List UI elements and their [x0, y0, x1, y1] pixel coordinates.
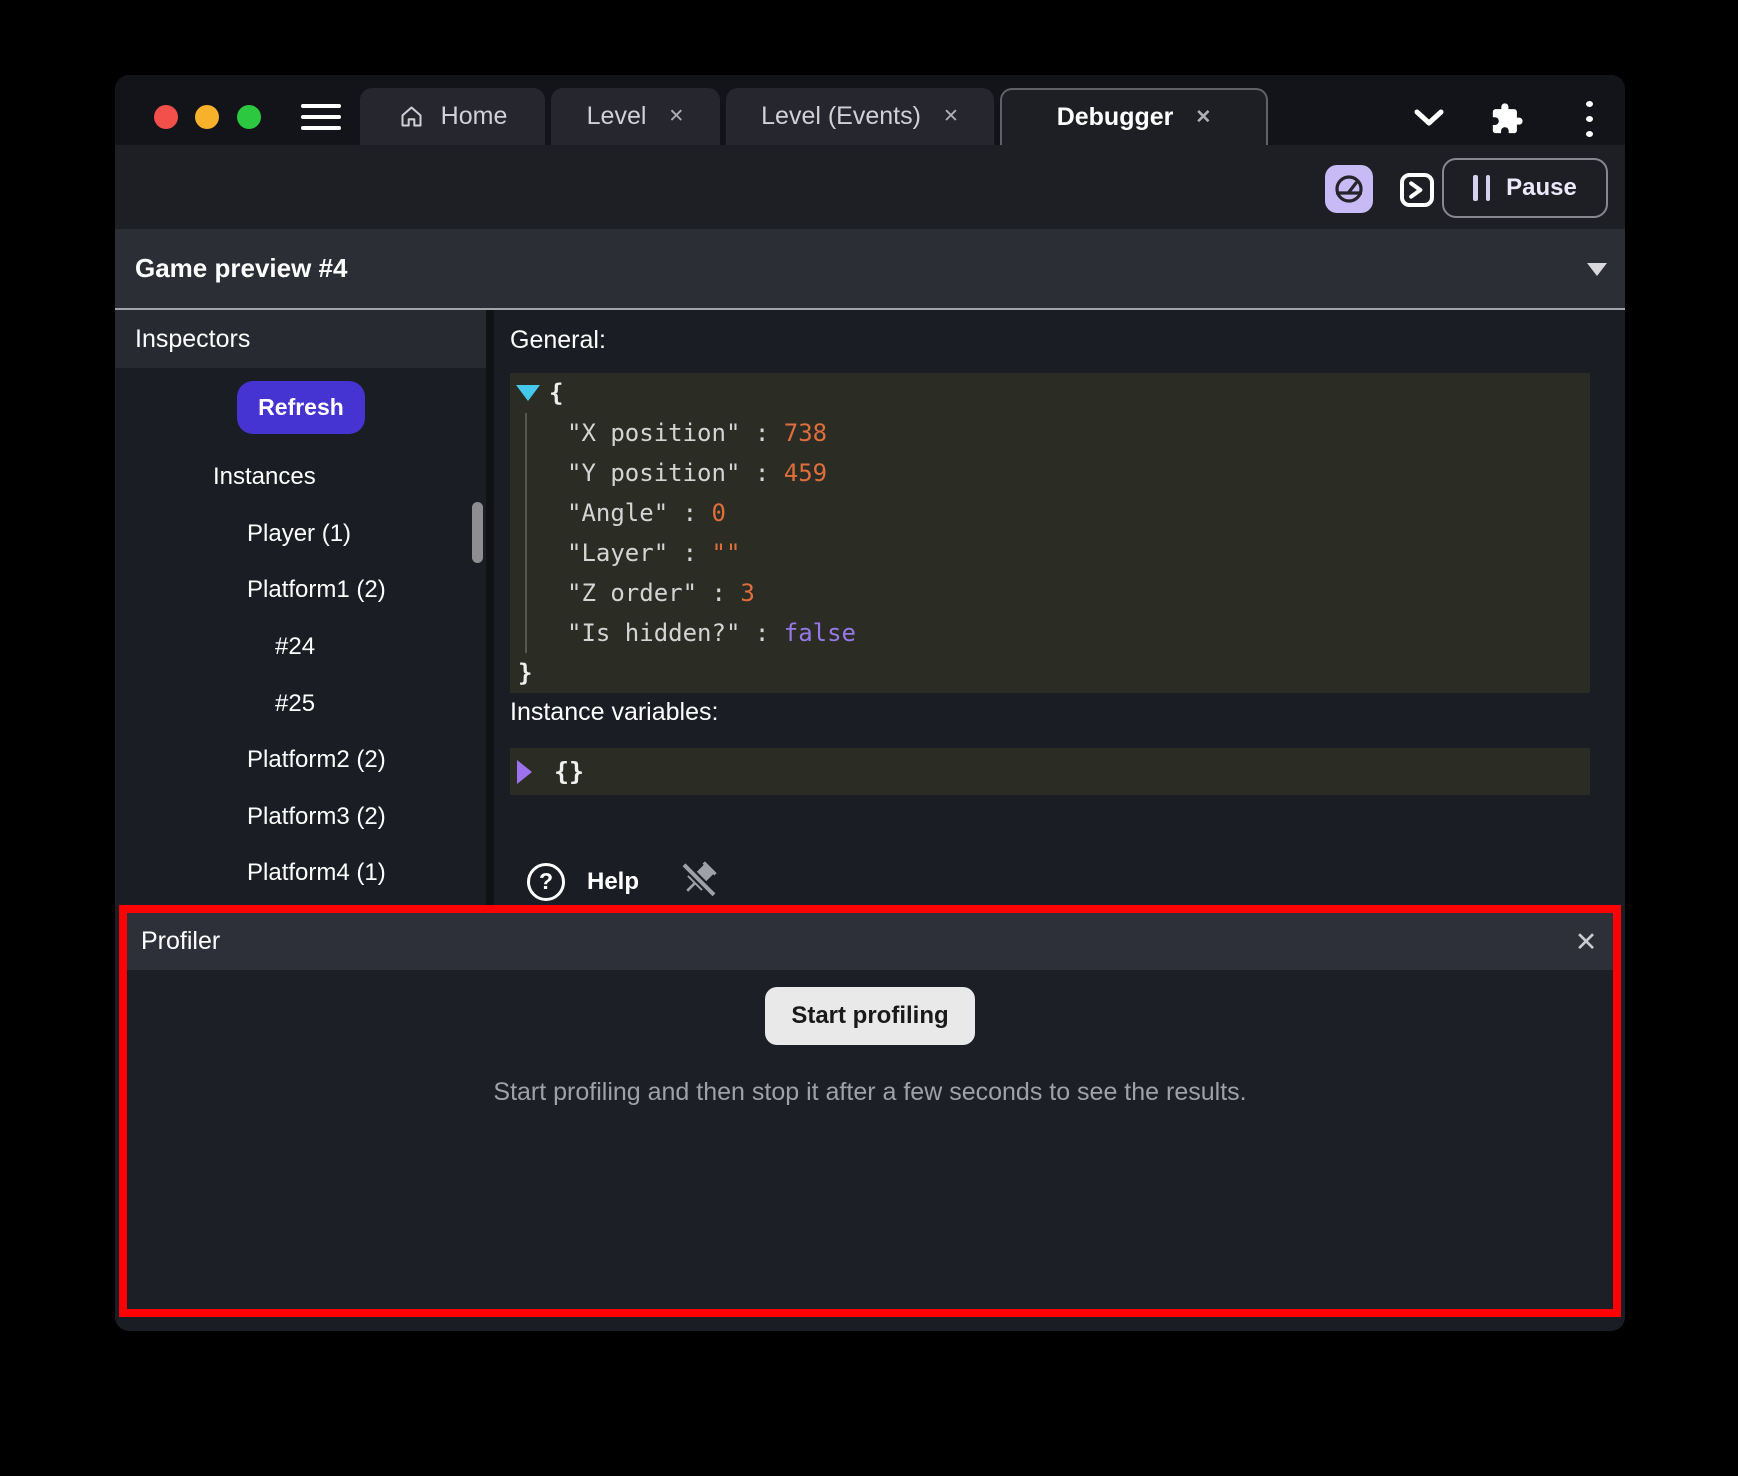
game-preview-title: Game preview #4 — [135, 253, 347, 284]
json-value: 0 — [712, 499, 726, 527]
json-key: "Is hidden?" — [567, 619, 740, 647]
json-colon: : — [668, 539, 711, 567]
tree-item-platform1-2[interactable]: Platform1 (2) — [115, 562, 486, 619]
close-brace: } — [518, 659, 532, 687]
tree-item-player-1[interactable]: Player (1) — [115, 506, 486, 563]
json-property-row: "X position" : 738 — [567, 413, 1590, 453]
window-minimize-button[interactable] — [195, 105, 219, 129]
more-options-icon[interactable] — [1577, 101, 1601, 137]
help-row: ? Help — [527, 859, 719, 904]
tab-label: Home — [441, 102, 508, 131]
json-property-row: "Angle" : 0 — [567, 493, 1590, 533]
tab-label: Debugger — [1057, 103, 1174, 132]
json-key: "Y position" — [567, 459, 740, 487]
json-colon: : — [740, 619, 783, 647]
profiler-header: Profiler ✕ — [127, 913, 1613, 970]
json-value: false — [784, 619, 856, 647]
profiler-hint-text: Start profiling and then stop it after a… — [127, 1078, 1613, 1107]
titlebar: Home Level ✕ Level (Events) ✕ Debugger ✕ — [115, 75, 1625, 145]
json-key: "Layer" — [567, 539, 668, 567]
json-property-row: "Is hidden?" : false — [567, 613, 1590, 653]
menu-icon[interactable] — [301, 104, 341, 130]
dropdown-caret-icon[interactable] — [1587, 263, 1607, 276]
json-property-row: "Y position" : 459 — [567, 453, 1590, 493]
tab-level-events[interactable]: Level (Events) ✕ — [726, 88, 994, 145]
tree-item-25[interactable]: #25 — [115, 675, 486, 732]
home-icon — [398, 103, 425, 130]
json-key: "X position" — [567, 419, 740, 447]
open-brace: { — [549, 379, 563, 407]
tab-home[interactable]: Home — [360, 88, 545, 145]
collapse-triangle-icon[interactable] — [516, 385, 540, 401]
pin-off-icon[interactable] — [679, 859, 719, 904]
close-icon[interactable]: ✕ — [1569, 925, 1603, 959]
app-window: HomeLevel✕Level (Events)✕Debugger✕ Paus — [115, 75, 1625, 1331]
json-value: 738 — [784, 419, 827, 447]
instance-variables-label: Instance variables: — [510, 698, 718, 727]
json-entries: "X position" : 738"Y position" : 459"Ang… — [525, 413, 1590, 653]
general-json-view: { "X position" : 738"Y position" : 459"A… — [510, 373, 1590, 693]
profiler-speedometer-button[interactable] — [1325, 165, 1373, 213]
pause-label: Pause — [1506, 174, 1577, 202]
refresh-button[interactable]: Refresh — [237, 381, 365, 434]
tab-close-icon[interactable]: ✕ — [668, 107, 684, 126]
instance-variables-view: {} — [510, 748, 1590, 795]
tree-item-platform3-2[interactable]: Platform3 (2) — [115, 789, 486, 846]
help-label[interactable]: Help — [587, 868, 639, 896]
general-label: General: — [510, 326, 606, 355]
profiler-panel: Profiler ✕ Start profiling Start profili… — [119, 905, 1621, 1317]
pause-button[interactable]: Pause — [1442, 158, 1608, 218]
inspector-panel: General: { "X position" : 738"Y position… — [494, 310, 1625, 905]
extensions-puzzle-icon[interactable] — [1489, 101, 1525, 137]
variables-value: {} — [554, 757, 584, 786]
debugger-toolbar: Pause — [115, 145, 1625, 229]
window-close-button[interactable] — [154, 105, 178, 129]
instances-tree: InstancesPlayer (1)Platform1 (2)#24#25Pl… — [115, 449, 486, 902]
inspectors-sidebar: Inspectors Refresh InstancesPlayer (1)Pl… — [115, 310, 486, 905]
json-value: "" — [712, 539, 741, 567]
expand-triangle-icon[interactable] — [517, 760, 532, 784]
json-key: "Z order" — [567, 579, 697, 607]
json-colon: : — [740, 459, 783, 487]
tab-close-icon[interactable]: ✕ — [943, 107, 959, 126]
tree-item-instances[interactable]: Instances — [115, 449, 486, 506]
json-colon: : — [740, 419, 783, 447]
json-colon: : — [697, 579, 740, 607]
tree-item-platform2-2[interactable]: Platform2 (2) — [115, 732, 486, 789]
tab-strip: Home Level ✕ Level (Events) ✕ Debugger ✕ — [360, 88, 1268, 145]
json-value: 459 — [784, 459, 827, 487]
inspectors-header: Inspectors — [115, 310, 486, 368]
console-button[interactable] — [1395, 168, 1439, 212]
json-colon: : — [668, 499, 711, 527]
tab-debugger[interactable]: Debugger ✕ — [1000, 88, 1268, 145]
profiler-title: Profiler — [141, 913, 220, 970]
content-area: Inspectors Refresh InstancesPlayer (1)Pl… — [115, 310, 1625, 905]
game-preview-selector[interactable]: Game preview #4 — [115, 229, 1625, 310]
tab-label: Level — [587, 102, 647, 131]
chevron-down-icon[interactable] — [1411, 101, 1447, 135]
panel-divider — [486, 310, 494, 905]
tree-item-platform4-1[interactable]: Platform4 (1) — [115, 845, 486, 902]
window-zoom-button[interactable] — [237, 105, 261, 129]
help-question-icon[interactable]: ? — [527, 863, 565, 901]
json-property-row: "Z order" : 3 — [567, 573, 1590, 613]
start-profiling-button[interactable]: Start profiling — [765, 987, 975, 1045]
pause-icon — [1473, 175, 1490, 201]
json-property-row: "Layer" : "" — [567, 533, 1590, 573]
tab-label: Level (Events) — [761, 102, 921, 131]
profiler-body: Start profiling Start profiling and then… — [127, 970, 1613, 1309]
tab-level[interactable]: Level ✕ — [551, 88, 720, 145]
json-value: 3 — [740, 579, 754, 607]
sidebar-scrollbar-thumb[interactable] — [472, 502, 483, 563]
tree-item-24[interactable]: #24 — [115, 619, 486, 676]
json-key: "Angle" — [567, 499, 668, 527]
tab-close-icon[interactable]: ✕ — [1195, 108, 1211, 127]
